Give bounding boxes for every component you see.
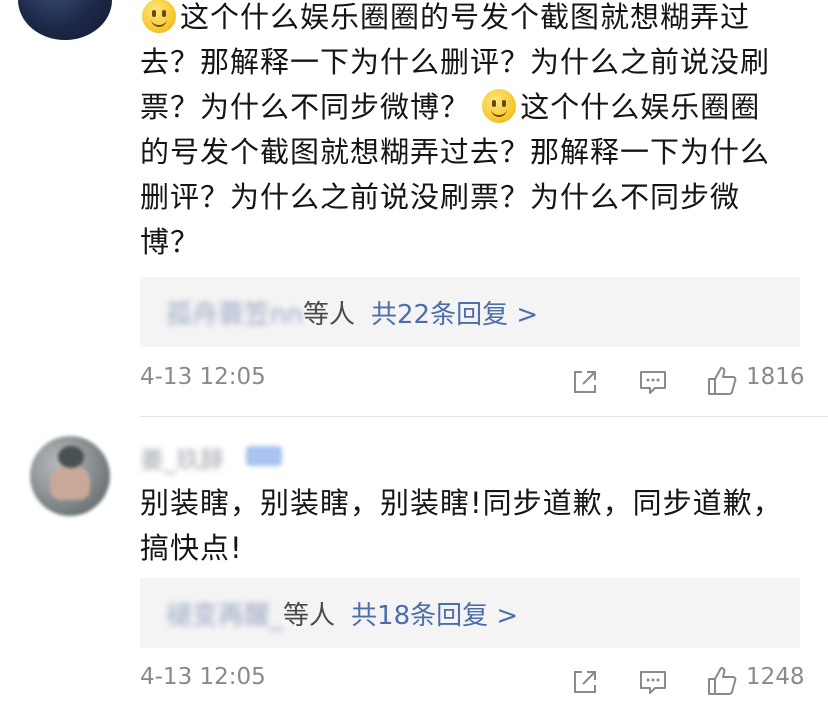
comment-divider <box>140 416 828 417</box>
reply-preview[interactable]: 孤舟蓑笠nn 等人 共22条回复 > <box>140 277 800 347</box>
share-icon[interactable] <box>570 667 600 697</box>
reply-others-label: 等人 <box>283 600 336 631</box>
avatar-body <box>50 466 90 500</box>
timestamp: 4-13 12:05 <box>140 364 266 390</box>
reply-count-link[interactable]: 共22条回复 > <box>371 294 538 331</box>
comment-icon[interactable] <box>638 367 668 397</box>
like-icon[interactable] <box>706 365 738 397</box>
comment-icon[interactable] <box>638 667 668 697</box>
reply-user-names: 孤舟蓑笠nn <box>166 299 303 330</box>
comment-text: 别装瞎，别装瞎，别装瞎!同步道歉，同步道歉， 搞快点! <box>140 486 783 565</box>
like-icon[interactable] <box>706 665 738 697</box>
reply-user-names: 褪变再醒_ <box>166 600 284 631</box>
comment-meta: 4-13 12:05 1816 <box>140 364 805 400</box>
comment-text: 这个什么娱乐圈圈的号发个截图就想糊弄过 去？那解释一下为什么删评？为什么之前说没刷… <box>140 0 771 259</box>
user-avatar[interactable]: ✦ <box>18 0 112 40</box>
user-badge <box>246 446 282 466</box>
share-icon[interactable] <box>570 367 600 397</box>
like-count: 1816 <box>746 364 805 390</box>
smile-emoji-icon <box>142 0 176 33</box>
username[interactable]: 姜_玖辞 <box>140 440 224 475</box>
reply-count-link[interactable]: 共18条回复 > <box>351 595 518 632</box>
user-avatar[interactable] <box>30 436 110 516</box>
timestamp: 4-13 12:05 <box>140 664 266 690</box>
comment-meta: 4-13 12:05 1248 <box>140 664 805 700</box>
avatar-head <box>58 446 84 468</box>
reply-others-label: 等人 <box>302 299 355 330</box>
like-count: 1248 <box>746 664 805 690</box>
reply-preview[interactable]: 褪变再醒_ 等人 共18条回复 > <box>140 578 800 648</box>
smile-emoji-icon <box>482 89 517 123</box>
